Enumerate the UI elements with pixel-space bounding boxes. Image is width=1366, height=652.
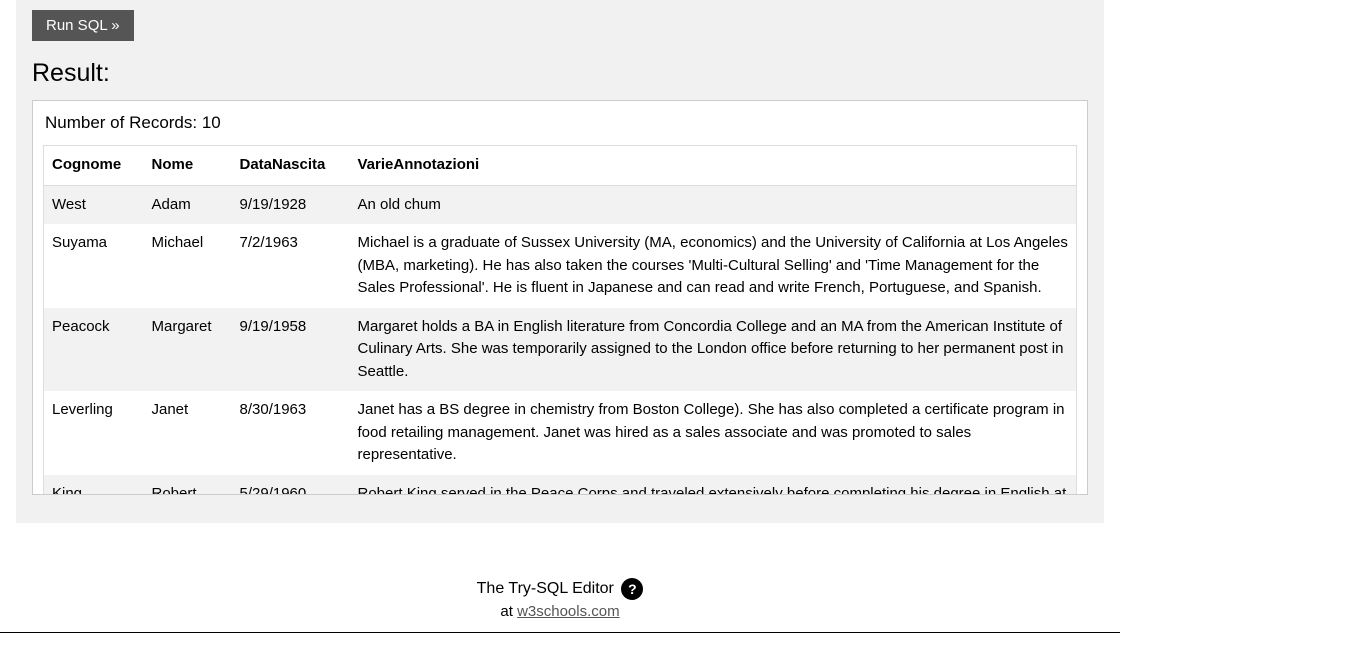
- table-cell: Peacock: [44, 308, 144, 392]
- table-cell: Adam: [144, 185, 232, 224]
- table-row: WestAdam9/19/1928An old chum: [44, 185, 1077, 224]
- table-row: SuyamaMichael7/2/1963Michael is a gradua…: [44, 224, 1077, 308]
- table-cell: Janet: [144, 391, 232, 475]
- table-cell: 5/29/1960: [232, 475, 350, 496]
- table-cell: 7/2/1963: [232, 224, 350, 308]
- footer-rule: [0, 632, 1120, 633]
- table-cell: Margaret holds a BA in English literatur…: [350, 308, 1077, 392]
- table-cell: Margaret: [144, 308, 232, 392]
- col-header: VarieAnnotazioni: [350, 146, 1077, 186]
- table-row: PeacockMargaret9/19/1958Margaret holds a…: [44, 308, 1077, 392]
- record-count: Number of Records: 10: [45, 113, 1077, 133]
- table-cell: Michael is a graduate of Sussex Universi…: [350, 224, 1077, 308]
- col-header: Cognome: [44, 146, 144, 186]
- table-cell: Janet has a BS degree in chemistry from …: [350, 391, 1077, 475]
- table-cell: 9/19/1928: [232, 185, 350, 224]
- table-cell: Robert King served in the Peace Corps an…: [350, 475, 1077, 496]
- results-table: Cognome Nome DataNascita VarieAnnotazion…: [43, 145, 1077, 495]
- table-cell: Suyama: [44, 224, 144, 308]
- table-cell: Michael: [144, 224, 232, 308]
- footer-link[interactable]: w3schools.com: [517, 603, 620, 620]
- footer: The Try-SQL Editor ? at w3schools.com: [0, 578, 1120, 620]
- table-cell: 9/19/1958: [232, 308, 350, 392]
- table-cell: Leverling: [44, 391, 144, 475]
- run-sql-button[interactable]: Run SQL »: [32, 10, 134, 41]
- sql-pane: Run SQL » Result: Number of Records: 10 …: [16, 0, 1104, 523]
- table-cell: 8/30/1963: [232, 391, 350, 475]
- table-cell: West: [44, 185, 144, 224]
- footer-at: at: [500, 603, 517, 620]
- help-icon[interactable]: ?: [621, 578, 643, 600]
- table-cell: King: [44, 475, 144, 496]
- table-row: LeverlingJanet8/30/1963Janet has a BS de…: [44, 391, 1077, 475]
- result-heading: Result:: [32, 59, 1088, 88]
- col-header: DataNascita: [232, 146, 350, 186]
- table-cell: Robert: [144, 475, 232, 496]
- col-header: Nome: [144, 146, 232, 186]
- result-box[interactable]: Number of Records: 10 Cognome Nome DataN…: [32, 100, 1088, 495]
- footer-title: The Try-SQL Editor: [477, 580, 614, 597]
- table-header-row: Cognome Nome DataNascita VarieAnnotazion…: [44, 146, 1077, 186]
- table-cell: An old chum: [350, 185, 1077, 224]
- table-row: KingRobert5/29/1960Robert King served in…: [44, 475, 1077, 496]
